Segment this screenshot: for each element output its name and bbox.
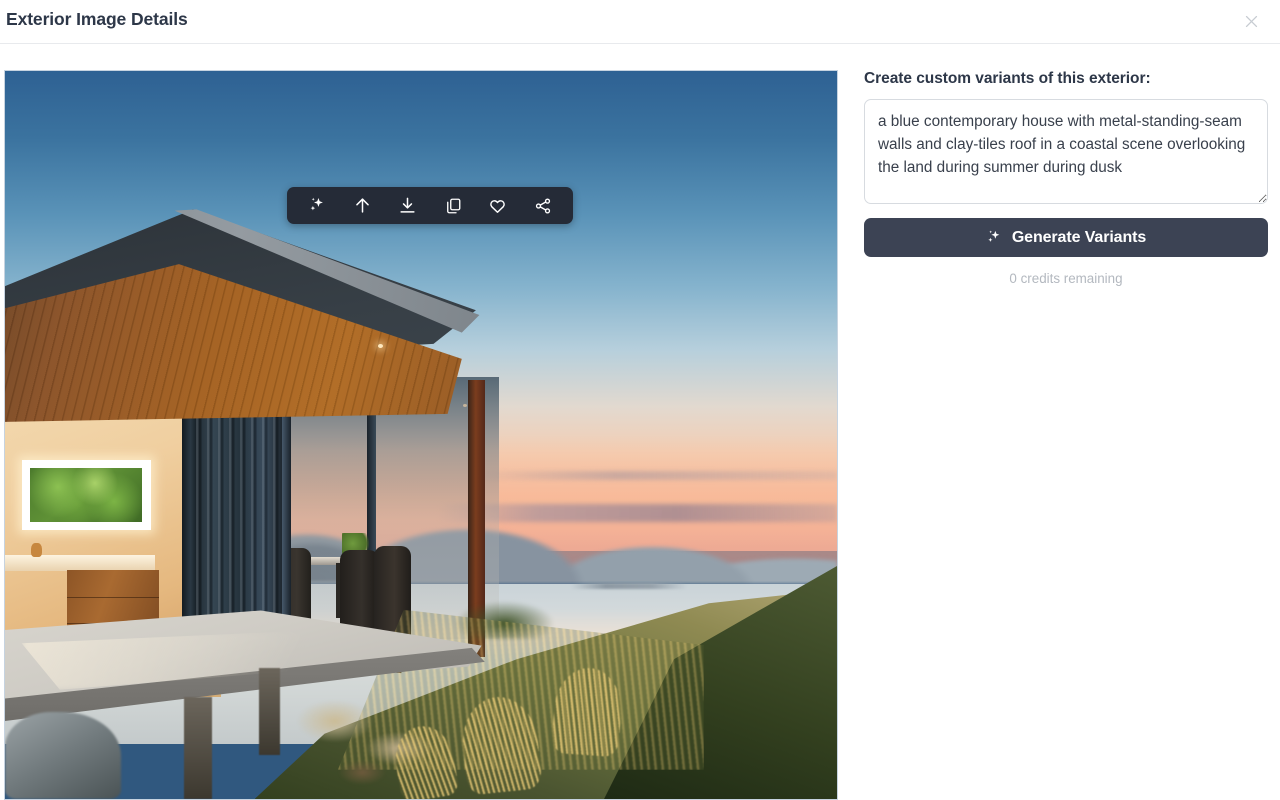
exterior-image-viewer[interactable] [4, 70, 838, 800]
upscale-button[interactable] [340, 187, 385, 224]
soffit-downlight [377, 344, 383, 348]
prompt-input[interactable] [864, 99, 1268, 204]
wall-art-foliage [29, 467, 143, 522]
exterior-photo [5, 71, 837, 799]
page-title: Exterior Image Details [6, 9, 188, 29]
soffit-downlight-2 [462, 403, 467, 407]
enhance-button[interactable] [295, 187, 340, 224]
share-button[interactable] [520, 187, 565, 224]
stone-pier-2 [258, 667, 281, 756]
cloud-band-upper [470, 471, 837, 481]
foreground-boulder [5, 711, 122, 799]
variant-panel: Create custom variants of this exterior:… [864, 70, 1268, 286]
close-icon [1243, 13, 1260, 30]
sparkles-icon [308, 196, 327, 215]
sparkles-icon [986, 229, 1003, 246]
copy-button[interactable] [430, 187, 475, 224]
stone-pier-1 [183, 697, 213, 799]
counter-vase [30, 542, 42, 558]
favorite-button[interactable] [475, 187, 520, 224]
download-button[interactable] [385, 187, 430, 224]
sand-spit [570, 582, 688, 590]
arrow-up-icon [353, 196, 372, 215]
heart-icon [488, 196, 507, 215]
close-button[interactable] [1239, 9, 1263, 33]
prompt-label: Create custom variants of this exterior: [864, 70, 1151, 87]
image-action-toolbar [287, 187, 573, 224]
share-icon [534, 197, 552, 215]
modal-header: Exterior Image Details [0, 0, 1280, 44]
download-icon [398, 196, 417, 215]
copy-icon [444, 197, 462, 215]
cabinet-seam-1 [67, 596, 159, 598]
generate-variants-button[interactable]: Generate Variants [864, 218, 1268, 257]
generate-variants-label: Generate Variants [1011, 228, 1147, 246]
credits-remaining: 0 credits remaining [1009, 271, 1123, 286]
